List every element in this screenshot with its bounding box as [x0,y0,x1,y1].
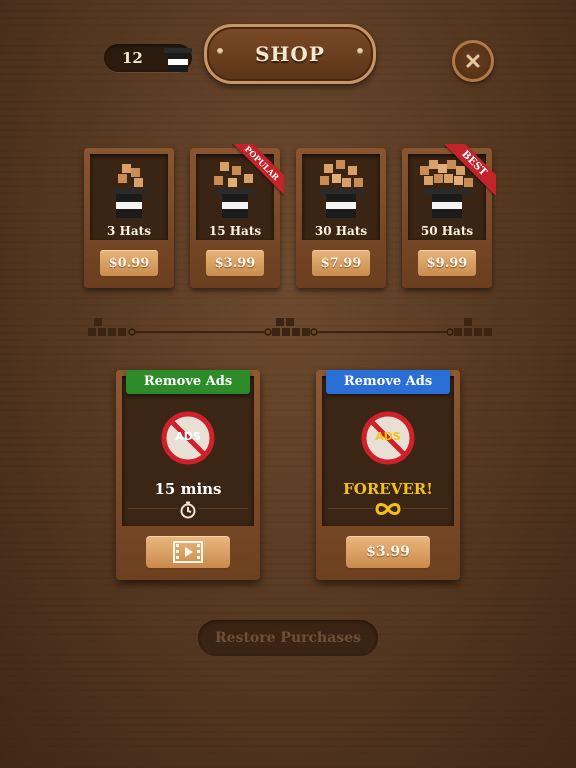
remove-ads-15-card: Remove Ads ADS 15 mins [116,370,260,580]
pack-label: 30 Hats [314,224,368,238]
close-icon [466,54,480,68]
ads-badge-text: ADS [375,430,401,443]
timer-icon [178,500,198,520]
remove-ads-banner: Remove Ads [126,370,250,394]
hat-counter: 12 [104,44,192,72]
hat-count: 12 [122,49,143,67]
shop-title-plaque: SHOP [204,24,376,84]
hat-pack-3: 3 Hats $0.99 [84,148,174,288]
pack-label: 50 Hats [420,224,474,238]
remove-ads-forever-card: Remove Ads ADS FOREVER! $3.99 [316,370,460,580]
restore-purchases-button[interactable]: Restore Purchases [198,620,378,656]
hat-pack-50: BEST 50 Hats $9.99 [402,144,496,288]
pack-label: 3 Hats [107,224,151,238]
buy-remove-ads-button[interactable]: $3.99 [346,536,430,568]
magic-hat-icon [318,160,364,218]
hat-icon [164,48,192,72]
watch-video-button[interactable] [146,536,230,568]
popular-ribbon: POPULAR [232,144,284,196]
close-button[interactable] [452,40,494,82]
buy-30-hats-button[interactable]: $7.99 [312,250,370,276]
page-title: SHOP [255,42,325,66]
buy-3-hats-button[interactable]: $0.99 [100,250,158,276]
hat-pack-15: POPULAR 15 Hats $3.99 [190,144,284,288]
pack-label: 15 Hats [208,224,262,238]
buy-15-hats-button[interactable]: $3.99 [206,250,264,276]
buy-50-hats-button[interactable]: $9.99 [418,250,476,276]
screw-icon [357,48,363,54]
ads-badge-text: ADS [175,430,201,443]
magic-hat-icon [110,164,148,218]
hat-pack-30: 30 Hats $7.99 [296,148,386,288]
infinity-icon [374,501,402,517]
ads-duration: FOREVER! [343,480,433,498]
video-icon [173,541,203,563]
screw-icon [217,48,223,54]
ornament-divider [88,318,492,336]
ads-duration: 15 mins [154,480,222,498]
remove-ads-banner: Remove Ads [326,370,450,394]
best-ribbon: BEST [444,144,496,196]
